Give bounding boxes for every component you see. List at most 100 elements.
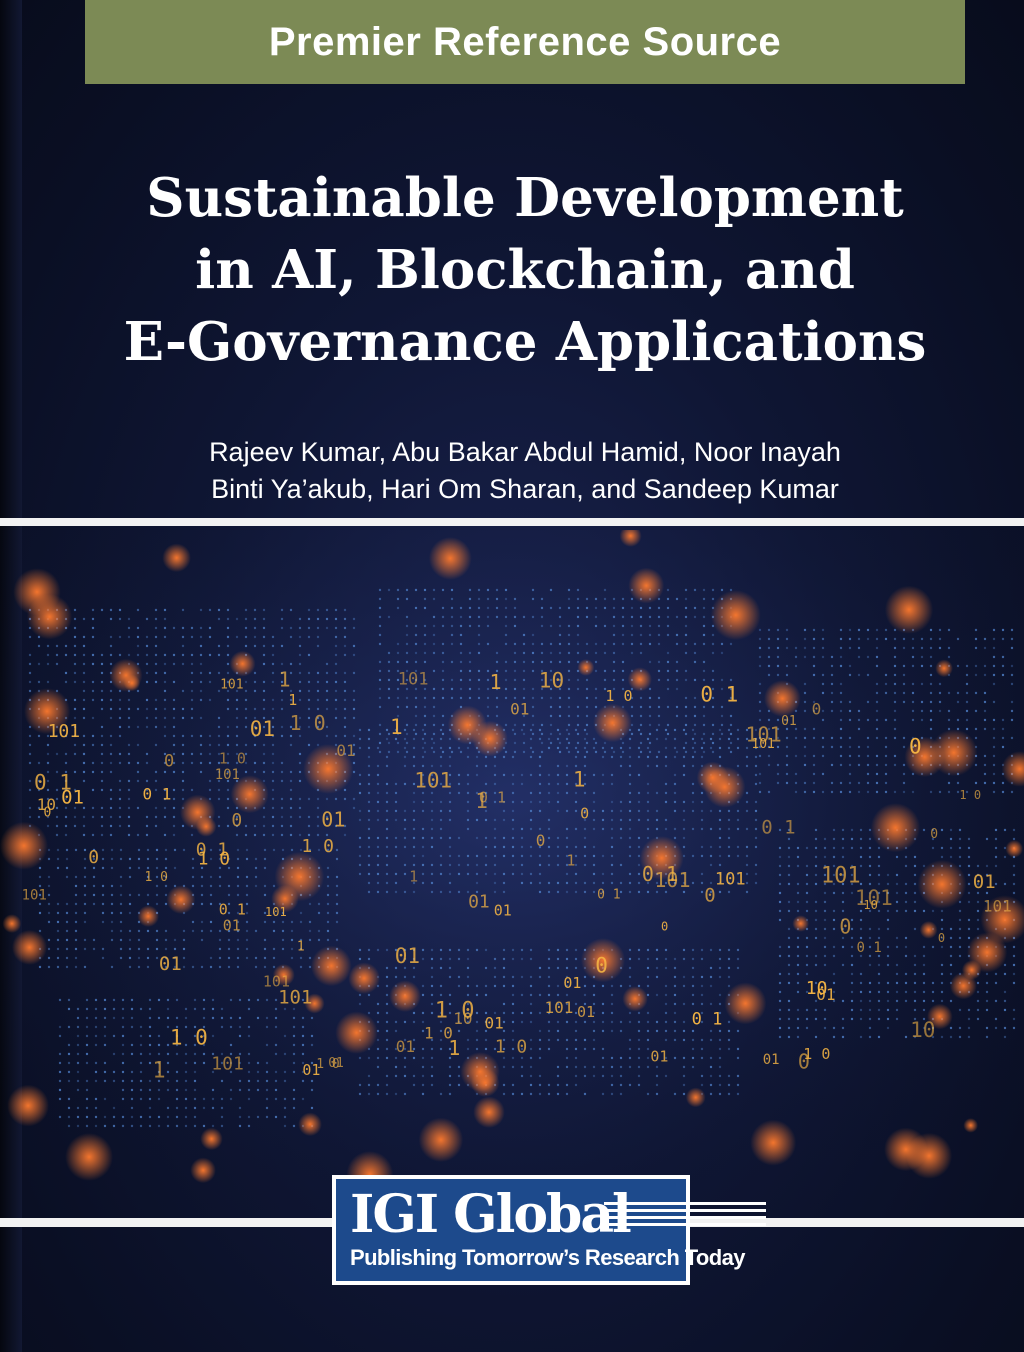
binary-glyph: 10 [37, 795, 56, 814]
binary-glyph: 01 [468, 892, 490, 913]
book-authors: Rajeev Kumar, Abu Bakar Abdul Hamid, Noo… [60, 434, 990, 508]
publisher-tagline: Publishing Tomorrow’s Research Today [350, 1245, 745, 1270]
binary-glyph: 1 0 [170, 1025, 208, 1049]
binary-glyph: 1 0 [290, 711, 326, 735]
circuit-glow [764, 680, 801, 717]
binary-glyph: 0 [930, 827, 938, 842]
circuit-glow [949, 972, 977, 1000]
binary-glyph: 0 [938, 931, 945, 945]
binary-glyph: 101 [654, 868, 690, 892]
publisher-logo-stripes-icon [604, 1202, 766, 1226]
circuit-glow [180, 794, 216, 830]
binary-glyph: 101 [414, 769, 452, 793]
binary-glyph: 01 [159, 953, 182, 975]
circuit-glow [65, 1133, 113, 1181]
circuit-glow [870, 803, 921, 853]
binary-glyph: 01 [494, 901, 512, 919]
circuit-glow [906, 1132, 953, 1179]
binary-glyph: 0 [536, 831, 546, 850]
binary-glyph: 1 [390, 715, 403, 739]
binary-glyph: 0 1 [761, 817, 795, 839]
binary-glyph: 1 0 [198, 848, 231, 869]
binary-glyph: 01 [321, 807, 345, 831]
binary-glyph: 1 [475, 789, 488, 813]
circuit-glow [1005, 840, 1024, 858]
binary-glyph: 1 0 [145, 870, 168, 885]
binary-glyph: 01 [336, 741, 355, 760]
authors-line-1: Rajeev Kumar, Abu Bakar Abdul Hamid, Noo… [209, 437, 841, 467]
binary-glyph: 1 [490, 670, 502, 694]
binary-glyph: 1 [297, 940, 305, 955]
circuit-glow [472, 720, 508, 757]
circuit-glow [13, 568, 61, 616]
binary-glyph: 01 [563, 974, 581, 992]
circuit-glow [389, 980, 421, 1012]
circuit-glow [724, 982, 767, 1025]
binary-glyph: 01 [302, 1061, 320, 1079]
binary-glyph: 01 [650, 1047, 668, 1065]
title-line-1: Sustainable Development [146, 167, 904, 229]
binary-glyph: 101 [715, 870, 746, 890]
binary-glyph: 01 [485, 1014, 504, 1033]
binary-glyph: 1 [448, 1036, 460, 1060]
circuit-glow [935, 659, 953, 678]
circuit-glow [298, 1112, 322, 1137]
binary-glyph: 101 [751, 737, 774, 752]
binary-glyph: 01 [395, 944, 420, 968]
circuit-glow [884, 585, 934, 634]
circuit-glow [593, 703, 632, 743]
binary-glyph: 101 [263, 973, 290, 991]
binary-glyph: 01 [396, 1037, 415, 1056]
circuit-glow [473, 1096, 505, 1128]
binary-glyph: 01 [577, 1003, 595, 1021]
top-divider [0, 518, 1024, 526]
binary-glyph: 0 [661, 919, 668, 933]
binary-glyph: 01 [250, 717, 275, 741]
authors-line-2: Binti Ya’akub, Hari Om Sharan, and Sande… [211, 474, 839, 504]
binary-glyph: 0 1 [143, 785, 172, 804]
binary-glyph: 1 0 [435, 999, 475, 1024]
binary-glyph: 0 1 [700, 683, 738, 707]
binary-glyph: 1 [409, 868, 418, 886]
book-cover: Premier Reference Source Sustainable Dev… [0, 0, 1024, 1352]
circuit-glow [622, 986, 648, 1012]
binary-glyph: 0 [595, 954, 608, 978]
circuit-board-illustration: 1 0101 1011011 0110111010011 001 00110111… [0, 530, 1024, 1210]
circuit-glow [166, 885, 196, 914]
circuit-glow [704, 766, 746, 808]
circuit-glow [792, 915, 809, 932]
circuit-glow [930, 729, 978, 777]
publisher-name: IGI Global [350, 1184, 632, 1245]
series-banner: Premier Reference Source [85, 0, 965, 84]
binary-glyph: 1 0 [605, 687, 632, 705]
circuit-glow [628, 567, 665, 604]
circuit-glow [710, 590, 761, 641]
title-line-3: E-Governance Applications [123, 311, 927, 373]
binary-glyph: 101 [855, 886, 893, 910]
binary-glyph: 101 [821, 864, 861, 889]
circuit-glow [137, 905, 159, 927]
binary-glyph: 1 [573, 768, 586, 792]
binary-glyph: 0 [88, 847, 99, 868]
circuit-glow [685, 1087, 706, 1108]
circuit-glow [460, 1052, 500, 1092]
binary-glyph: 01 [973, 871, 996, 893]
circuit-glow [917, 859, 967, 909]
circuit-glow [162, 543, 191, 573]
circuit-glow [7, 1084, 49, 1127]
binary-glyph: 0 [798, 1049, 810, 1073]
binary-glyph: 10 [539, 669, 564, 693]
series-label: Premier Reference Source [268, 19, 782, 64]
book-title: Sustainable Development in AI, Blockchai… [60, 162, 990, 378]
binary-glyph: 01 [510, 700, 529, 719]
circuit-glow [200, 1127, 223, 1151]
binary-glyph: 101 [48, 721, 81, 742]
binary-glyph: 101 [398, 670, 429, 690]
binary-glyph: 10 [806, 978, 828, 999]
circuit-glow [12, 929, 47, 965]
binary-glyph: 01 [223, 916, 241, 934]
binary-glyph: 1 [152, 1058, 165, 1083]
binary-glyph: 0 [231, 810, 242, 831]
circuit-glow [428, 537, 472, 580]
binary-glyph: 101 [22, 888, 47, 904]
